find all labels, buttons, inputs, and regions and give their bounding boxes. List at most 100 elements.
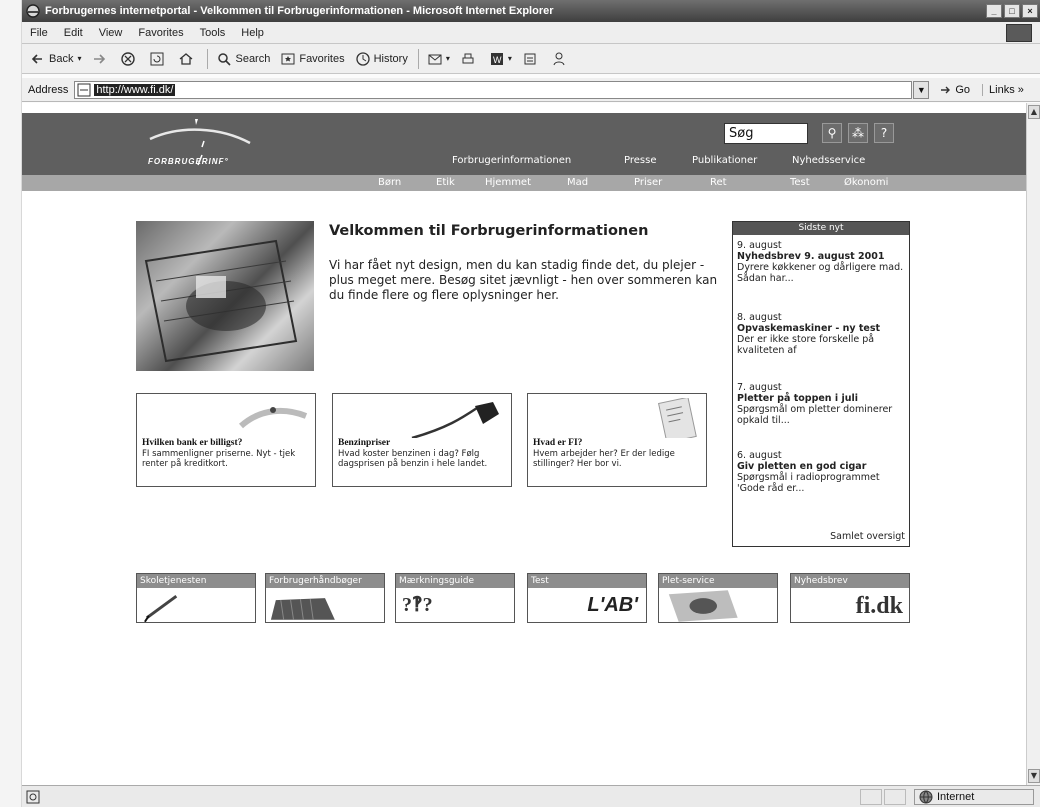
favorites-label: Favorites [299, 52, 345, 65]
globe-icon [919, 790, 933, 804]
history-label: History [373, 52, 408, 65]
back-dropdown-icon[interactable]: ▾ [77, 54, 81, 63]
home-button[interactable] [178, 51, 197, 67]
news-item[interactable]: 8. august Opvaskemaskiner - ny test Der … [737, 312, 907, 356]
news-date: 9. august [737, 240, 782, 251]
lab-logo: L'AB' [587, 594, 638, 616]
discuss-icon [522, 51, 538, 67]
stop-button[interactable] [120, 51, 139, 67]
fuel-nozzle-icon [411, 402, 499, 438]
news-title[interactable]: Pletter på toppen i juli [737, 393, 907, 404]
close-button[interactable]: × [1022, 4, 1038, 18]
status-bar: Internet [22, 785, 1040, 807]
menu-edit[interactable]: Edit [56, 27, 91, 39]
news-item[interactable]: 9. august Nyhedsbrev 9. august 2001 Dyre… [737, 240, 907, 284]
search-button[interactable]: Search [216, 51, 270, 67]
stop-icon [120, 51, 136, 67]
fi-dk-logo: fi.dk [855, 593, 903, 619]
address-dropdown-icon[interactable]: ▼ [913, 80, 930, 99]
address-input[interactable]: http://www.fi.dk/ [74, 80, 913, 99]
nav-forbrugerinformationen[interactable]: Forbrugerinformationen [452, 155, 571, 166]
menu-tools[interactable]: Tools [192, 27, 234, 39]
banner-label: Nyhedsbrev [791, 574, 909, 588]
nav-nyhedsservice[interactable]: Nyhedsservice [792, 155, 865, 166]
feature-fi[interactable]: Hvad er FI? Hvem arbejder her? Er der le… [527, 393, 707, 487]
links-button[interactable]: Links » [982, 83, 1024, 96]
banner-skoletjenesten[interactable]: Skoletjenesten [136, 573, 256, 623]
subnav-priser[interactable]: Priser [634, 177, 662, 188]
forward-button[interactable] [91, 51, 110, 67]
scroll-up-icon[interactable]: ▲ [1028, 105, 1040, 119]
menu-view[interactable]: View [91, 27, 131, 39]
banner-label: Skoletjenesten [137, 574, 255, 588]
toolbar: Back ▾ Search Favorites History ▾ W ▾ [22, 44, 1040, 74]
banner-plet-service[interactable]: Plet-service [658, 573, 778, 623]
refresh-button[interactable] [149, 51, 168, 67]
go-button[interactable]: Go [939, 83, 970, 97]
credit-card-icon [238, 407, 308, 429]
subnav-hjemmet[interactable]: Hjemmet [485, 177, 531, 188]
books-icon [270, 598, 335, 620]
history-button[interactable]: History [355, 51, 408, 67]
welcome-text: Vi har fået nyt design, men du kan stadi… [329, 258, 718, 302]
maximize-button[interactable]: □ [1004, 4, 1020, 18]
banner-nyhedsbrev[interactable]: Nyhedsbrev fi.dk [790, 573, 910, 623]
mail-dropdown-icon[interactable]: ▾ [446, 54, 450, 63]
nav-publikationer[interactable]: Publikationer [692, 155, 757, 166]
feature-bank[interactable]: Hvilken bank er billigst? FI sammenligne… [136, 393, 316, 487]
edit-button[interactable]: W ▾ [489, 51, 512, 67]
news-overview-link[interactable]: Samlet oversigt [830, 531, 905, 542]
status-cell [860, 788, 882, 805]
subnav-etik[interactable]: Etik [436, 177, 455, 188]
subnav-test[interactable]: Test [790, 177, 810, 188]
subnav-mad[interactable]: Mad [567, 177, 588, 188]
feature-title[interactable]: Benzinpriser [338, 438, 390, 448]
banner-forbrugerhandboger[interactable]: Forbrugerhåndbøger [265, 573, 385, 623]
help-icon[interactable]: ? [874, 123, 894, 143]
search-label: Search [235, 52, 271, 65]
news-title[interactable]: Nyhedsbrev 9. august 2001 [737, 251, 907, 262]
minimize-button[interactable]: _ [986, 4, 1002, 18]
news-title[interactable]: Giv pletten en god cigar [737, 461, 907, 472]
menu-bar: File Edit View Favorites Tools Help [22, 22, 1040, 44]
feature-title[interactable]: Hvilken bank er billigst? [142, 438, 242, 448]
back-button[interactable]: Back ▾ [30, 51, 81, 67]
mail-button[interactable]: ▾ [427, 51, 450, 67]
news-item[interactable]: 7. august Pletter på toppen i juli Spørg… [737, 382, 907, 426]
news-item[interactable]: 6. august Giv pletten en god cigar Spørg… [737, 450, 907, 494]
feature-body: Hvad koster benzinen i dag? Følg dagspri… [338, 449, 488, 469]
nav-presse[interactable]: Presse [624, 155, 656, 166]
vertical-scrollbar[interactable]: ▲ ▼ [1026, 103, 1040, 785]
hero-shopping-cart-image [136, 221, 314, 371]
menu-favorites[interactable]: Favorites [130, 27, 191, 39]
subnav-born[interactable]: Børn [378, 177, 401, 188]
page-viewport: FORBRUGERINF° Søg ⚲ ⁂ ? Forbrugerinforma… [22, 103, 1026, 785]
page-icon [77, 83, 91, 97]
sitemap-icon[interactable]: ⁂ [848, 123, 868, 143]
subnav-okonomi[interactable]: Økonomi [844, 177, 888, 188]
subnav-ret[interactable]: Ret [710, 177, 727, 188]
favorites-button[interactable]: Favorites [280, 51, 345, 67]
banner-test[interactable]: Test L'AB' [527, 573, 647, 623]
discuss-button[interactable] [522, 51, 541, 67]
scroll-down-icon[interactable]: ▼ [1028, 769, 1040, 783]
search-icon [216, 51, 232, 67]
forward-arrow-icon [91, 51, 107, 67]
news-title[interactable]: Opvaskemaskiner - ny test [737, 323, 907, 334]
address-label: Address [28, 83, 69, 96]
edit-dropdown-icon[interactable]: ▾ [508, 54, 512, 63]
magnifier-icon[interactable]: ⚲ [822, 123, 842, 143]
news-body: Spørgsmål i radioprogrammet 'Gode råd er… [737, 472, 880, 494]
menu-file[interactable]: File [22, 27, 56, 39]
banner-label: Plet-service [659, 574, 777, 588]
banner-maerkningsguide[interactable]: Mærkningsguide ?‽? [395, 573, 515, 623]
site-search-input[interactable]: Søg [724, 123, 808, 144]
print-button[interactable] [460, 51, 479, 67]
feature-title[interactable]: Hvad er FI? [533, 438, 582, 448]
news-header: Sidste nyt [733, 222, 909, 235]
menu-help[interactable]: Help [233, 27, 272, 39]
news-date: 6. august [737, 450, 782, 461]
status-cell [884, 788, 906, 805]
feature-benzin[interactable]: Benzinpriser Hvad koster benzinen i dag?… [332, 393, 512, 487]
messenger-button[interactable] [551, 51, 570, 67]
